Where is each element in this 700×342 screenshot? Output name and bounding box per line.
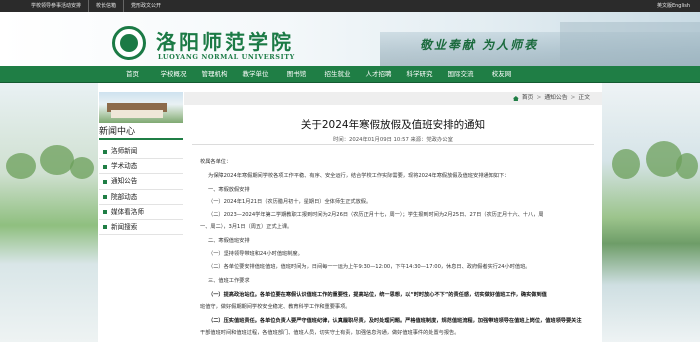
home-icon <box>512 96 519 101</box>
sidebar-campus-photo <box>99 92 183 123</box>
sidebar-item-academic[interactable]: 学术动态 <box>99 159 183 175</box>
nav-item-research[interactable]: 科学研究 <box>399 66 440 83</box>
breadcrumb-current: 正文 <box>578 95 590 101</box>
top-links: 学校领导参事活动安排 校长信箱 党形政文公开 <box>24 0 168 12</box>
sidebar-item-department-news[interactable]: 院部动态 <box>99 190 183 205</box>
nav-item-admin[interactable]: 管理机构 <box>194 66 235 83</box>
sidebar-title: 新闻中心 <box>99 126 183 140</box>
bullet-icon <box>103 195 107 200</box>
bullet-icon <box>103 164 107 169</box>
nav-item-home[interactable]: 首页 <box>112 66 153 83</box>
breadcrumb-separator-icon: > <box>570 95 576 101</box>
header-building-image-2 <box>560 22 700 66</box>
nav-item-overview[interactable]: 学校概况 <box>153 66 194 83</box>
article-paragraph: 干部值班时间和值班过程，各值班部门、值班人员，切实守土有责，加强信息沟通，做好值… <box>200 330 460 336</box>
breadcrumb-home[interactable]: 首页 <box>522 92 534 105</box>
top-link-president-mailbox[interactable]: 校长信箱 <box>89 0 125 12</box>
sidebar: 新闻中心 洛师新闻 学术动态 通知公告 院部动态 媒体看洛师 新闻搜索 <box>99 92 183 342</box>
article-paragraph: 为保障2024年寒假期间学校各项工作平稳、有序、安全运行，结合学校工作实际需要，… <box>208 173 510 179</box>
nav-item-teaching[interactable]: 教学单位 <box>235 66 276 83</box>
article-paragraph: 一、寒假放假安排 <box>208 187 250 193</box>
breadcrumb-separator-icon: > <box>536 95 542 101</box>
sidebar-item-label: 学术动态 <box>111 162 138 171</box>
article-paragraph: （一）提高政治站位。各单位要在寒假认识值班工作的重要性，提高站位，统一思想，以“… <box>208 292 547 298</box>
campus-scenery-right <box>602 83 700 342</box>
nav-item-international[interactable]: 国际交流 <box>440 66 481 83</box>
top-utility-bar: 学校领导参事活动安排 校长信箱 党形政文公开 英文版English <box>0 0 700 12</box>
nav-item-library[interactable]: 图书馆 <box>276 66 317 83</box>
nav-item-recruitment[interactable]: 人才招聘 <box>358 66 399 83</box>
article-paragraph: （二）压实值班责任。各单位负责人要严守值班纪律，认真履职尽责，及时处理问题。严格… <box>208 318 582 324</box>
sidebar-item-label: 通知公告 <box>111 177 138 186</box>
top-link-leader-schedule[interactable]: 学校领导参事活动安排 <box>24 0 90 12</box>
campus-scenery-left <box>0 83 98 342</box>
nav-item-alumni[interactable]: 校友网 <box>481 66 522 83</box>
article-meta: 时间：2024年01月09日 10:57 来源：党政办公室 <box>333 137 453 143</box>
article-title: 关于2024年寒假放假及值班安排的通知 <box>300 119 486 131</box>
sidebar-item-media[interactable]: 媒体看洛师 <box>99 205 183 220</box>
bullet-icon <box>103 179 107 184</box>
sidebar-item-label: 洛师新闻 <box>111 147 138 155</box>
nav-item-admission[interactable]: 招生就业 <box>317 66 358 83</box>
article-paragraph: 一、周二），3月1日（周五）正式上课。 <box>200 224 293 230</box>
breadcrumb: 首页 > 通知公告 > 正文 <box>184 92 602 105</box>
university-name-en: LUOYANG NORMAL UNIVERSITY <box>158 53 295 61</box>
school-motto: 敬业奉献 为人师表 <box>420 38 539 52</box>
article-panel: 首页 > 通知公告 > 正文 关于2024年寒假放假及值班安排的通知 时间：20… <box>184 92 602 342</box>
article-paragraph: 三、值班工作要求 <box>208 278 250 284</box>
sidebar-item-label: 新闻搜索 <box>111 222 138 231</box>
sidebar-item-school-news[interactable]: 洛师新闻 <box>99 144 183 160</box>
bullet-icon <box>103 210 107 215</box>
sidebar-item-label: 媒体看洛师 <box>111 207 144 216</box>
bullet-icon <box>103 225 107 230</box>
english-version-link[interactable]: 英文版English <box>657 0 690 12</box>
article-paragraph: 二、寒假值班安排 <box>208 238 250 244</box>
sidebar-item-notices[interactable]: 通知公告 <box>99 174 183 190</box>
top-link-disclosure[interactable]: 党形政文公开 <box>124 0 168 12</box>
bullet-icon <box>103 149 107 154</box>
article-paragraph: （二）2023—2024学年第二学期教职工报到时间为2月26日（农历正月十七，周… <box>208 212 544 218</box>
sidebar-item-news-search[interactable]: 新闻搜索 <box>99 220 183 236</box>
breadcrumb-section[interactable]: 通知公告 <box>544 92 567 105</box>
main-nav: 首页 学校概况 管理机构 教学单位 图书馆 招生就业 人才招聘 科学研究 国际交… <box>0 66 700 83</box>
divider <box>192 144 594 145</box>
article-paragraph: （二）各单位要安排值班值班，值班时间为，日间每一一运为上午9:30—12:00，… <box>208 264 531 270</box>
site-header: 洛阳师范学院 LUOYANG NORMAL UNIVERSITY 敬业奉献 为人… <box>0 12 700 66</box>
article-paragraph: （一）坚持领导带班和24小时值班制度。 <box>208 251 303 257</box>
sidebar-menu: 洛师新闻 学术动态 通知公告 院部动态 媒体看洛师 新闻搜索 <box>99 144 183 236</box>
article-paragraph: 班值守，做好假期期间学校安全稳定、教育科学工作和重要事项。 <box>200 304 351 310</box>
university-name-cn[interactable]: 洛阳师范学院 <box>156 26 294 55</box>
university-seal-icon[interactable] <box>112 26 146 60</box>
sidebar-item-label: 院部动态 <box>111 192 138 201</box>
article-paragraph: （一）2024年1月21日（农历腊月初十，星期日）全体师生正式放假。 <box>208 199 372 205</box>
article-paragraph: 校属各单位： <box>200 159 232 165</box>
